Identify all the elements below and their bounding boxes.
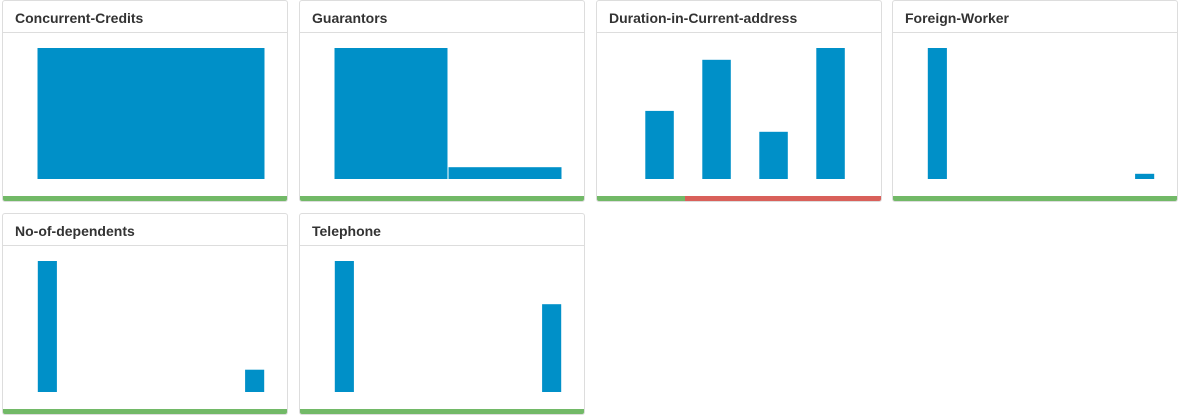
panel-title: Duration-in-Current-address	[609, 10, 798, 26]
bar-1	[645, 110, 674, 179]
status-bar	[300, 409, 584, 414]
panel-telephone: Telephone	[299, 213, 585, 415]
panel-header: Guarantors	[300, 1, 584, 33]
panel-concurrent-credits: Concurrent-Credits	[2, 0, 288, 202]
bar-1	[334, 48, 448, 179]
panel-header: Foreign-Worker	[893, 1, 1177, 33]
panel-no-of-dependents: No-of-dependents	[2, 213, 288, 415]
bar-chart	[37, 48, 265, 179]
status-bar	[597, 196, 881, 201]
bar-chart	[334, 261, 562, 392]
bar-chart	[645, 48, 845, 179]
panel-guarantors: Guarantors	[299, 0, 585, 202]
status-segment-ok	[300, 196, 584, 201]
panel-title: Telephone	[312, 223, 381, 239]
panel-title: Guarantors	[312, 10, 388, 26]
status-segment-ok	[597, 196, 686, 201]
bar-chart	[37, 261, 265, 392]
bar-3	[759, 131, 788, 179]
bar-1	[334, 261, 354, 392]
status-segment-ok	[300, 409, 584, 414]
panel-title: Foreign-Worker	[905, 10, 1009, 26]
panel-title: No-of-dependents	[15, 223, 135, 239]
bar-1	[37, 48, 265, 179]
bar-2	[448, 167, 562, 179]
status-bar	[3, 196, 287, 201]
status-bar	[3, 409, 287, 414]
bar-11	[1135, 173, 1155, 179]
panel-header: Duration-in-Current-address	[597, 1, 881, 33]
status-segment-ok	[893, 196, 1177, 201]
bar-4	[816, 48, 845, 179]
panel-title: Concurrent-Credits	[15, 10, 144, 26]
panel-header: No-of-dependents	[3, 214, 287, 246]
bar-1	[927, 48, 947, 179]
bar-1	[37, 261, 57, 392]
status-bar	[300, 196, 584, 201]
panel-duration-in-current-address: Duration-in-Current-address	[596, 0, 882, 202]
bar-2	[702, 59, 731, 179]
status-bar	[893, 196, 1177, 201]
bar-11	[245, 369, 265, 392]
status-segment-ok	[3, 409, 287, 414]
status-segment-ok	[3, 196, 287, 201]
bar-chart	[334, 48, 562, 179]
panel-foreign-worker: Foreign-Worker	[892, 0, 1178, 202]
status-segment-bad	[685, 196, 881, 201]
bar-chart	[927, 48, 1155, 179]
bar-11	[542, 304, 562, 392]
panel-header: Concurrent-Credits	[3, 1, 287, 33]
panel-header: Telephone	[300, 214, 584, 246]
